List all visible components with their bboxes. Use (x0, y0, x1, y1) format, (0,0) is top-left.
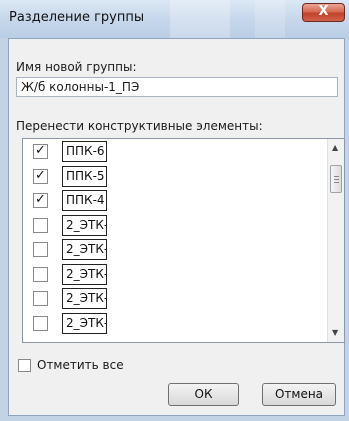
group-name-input[interactable] (16, 77, 338, 97)
check-all-checkbox[interactable] (18, 359, 31, 372)
close-icon: X (318, 4, 329, 19)
arrow-up-icon[interactable]: ▲ (332, 143, 338, 152)
item-label: ППК-5 (62, 165, 107, 187)
check-all-label[interactable]: Отметить все (37, 358, 124, 372)
scrollbar-thumb[interactable] (330, 165, 342, 193)
item-checkbox[interactable] (33, 217, 48, 233)
list-item[interactable]: 2_ЭТК-6 (23, 262, 328, 287)
item-label: ППК-4 (62, 190, 107, 211)
item-checkbox[interactable] (33, 291, 48, 306)
checkmark-icon: ✓ (35, 167, 46, 183)
item-label: 2_ЭТК-4 (62, 214, 107, 236)
item-label: ППК-6 (62, 141, 107, 162)
title-bar-glass (255, 0, 285, 38)
item-checkbox[interactable] (33, 266, 48, 282)
thumb-grip (334, 182, 339, 183)
title-bar-glass (170, 0, 230, 38)
move-elements-label: Перенести конструктивные элементы: (16, 119, 263, 133)
thumb-grip (334, 176, 339, 177)
list-item[interactable]: 2_ЭТК-8 (23, 311, 328, 336)
title-bar[interactable]: Разделение группы X (0, 0, 349, 38)
item-label: 2_ЭТК-6 (62, 263, 107, 285)
checkmark-icon: ✓ (35, 143, 46, 158)
cancel-button[interactable]: Отмена (262, 383, 336, 406)
dialog-window: Разделение группы X Имя новой группы: Пе… (0, 0, 349, 421)
item-label: 2_ЭТК-7 (62, 288, 107, 309)
arrow-down-icon[interactable]: ▼ (332, 328, 338, 337)
list-item[interactable]: 2_ЭТК-4 (23, 213, 328, 238)
checklist-rows: ✓ ППК-6 ✓ ППК-5 ✓ ППК-4 2_ЭТК-4 2_ЭТК-5 2_ЭТК-6 2… (23, 139, 328, 342)
dialog-title: Разделение группы (9, 10, 145, 25)
item-label: 2_ЭТК-5 (62, 239, 107, 260)
item-checkbox[interactable]: ✓ (33, 167, 48, 184)
elements-checklist[interactable]: ✓ ППК-6 ✓ ППК-5 ✓ ППК-4 2_ЭТК-4 2_ЭТК-5 2_ЭТК-6 2… (22, 138, 345, 343)
list-item[interactable]: ✓ ППК-4 (23, 188, 328, 213)
vertical-scrollbar[interactable]: ▲ ▼ (327, 139, 344, 342)
list-item[interactable]: 2_ЭТК-7 (23, 286, 328, 311)
item-checkbox[interactable] (33, 315, 48, 331)
close-button[interactable]: X (302, 3, 345, 22)
list-item[interactable]: ✓ ППК-6 (23, 139, 328, 164)
item-label: 2_ЭТК-8 (62, 312, 107, 334)
group-name-label: Имя новой группы: (16, 60, 137, 74)
list-item[interactable]: 2_ЭТК-5 (23, 237, 328, 262)
thumb-grip (334, 179, 339, 180)
item-checkbox[interactable] (33, 242, 48, 257)
item-checkbox[interactable]: ✓ (33, 193, 48, 208)
checkmark-icon: ✓ (35, 192, 46, 207)
list-item[interactable]: ✓ ППК-5 (23, 164, 328, 189)
ok-button[interactable]: ОК (168, 383, 239, 406)
item-checkbox[interactable]: ✓ (33, 144, 48, 159)
